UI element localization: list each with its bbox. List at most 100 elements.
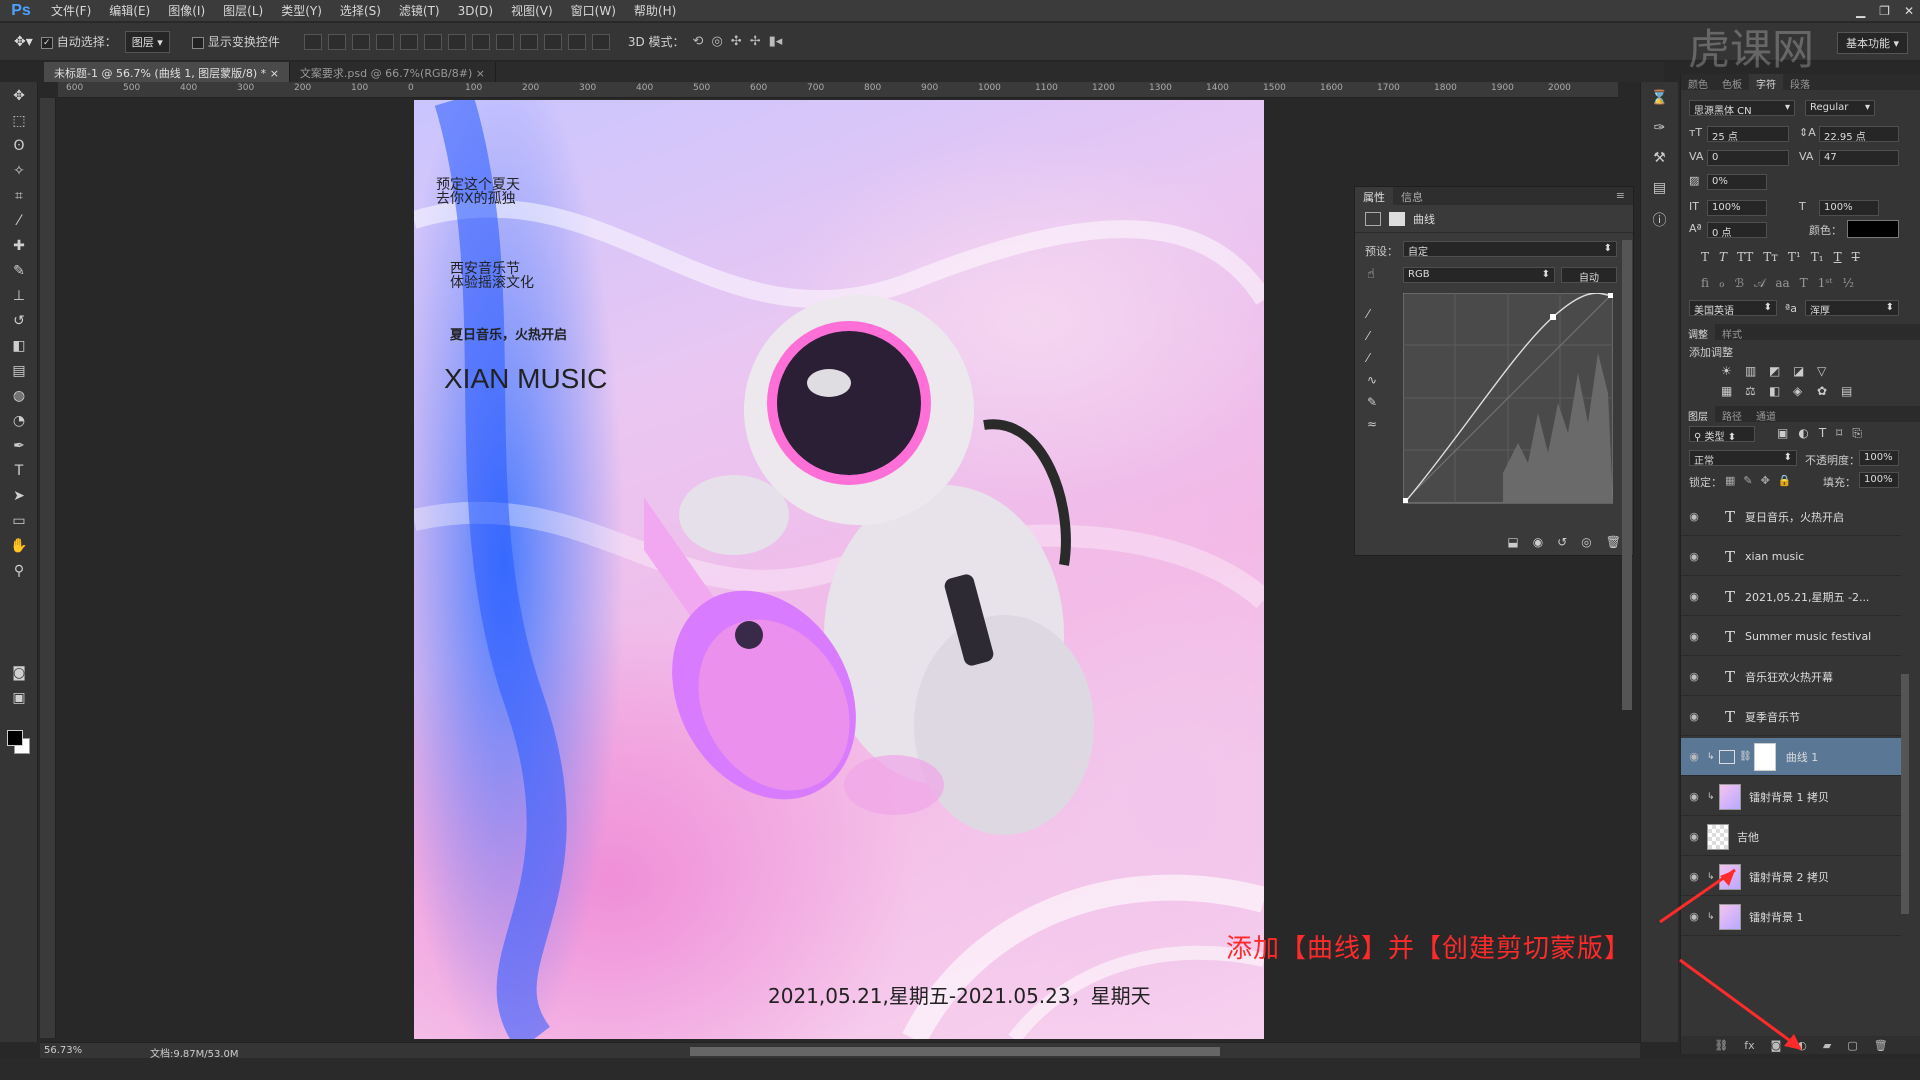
visibility-eye-icon[interactable]: ◉	[1681, 790, 1707, 803]
align-bottom-button[interactable]	[351, 33, 370, 50]
distribute-top-button[interactable]	[447, 33, 466, 50]
visibility-eye-icon[interactable]: ◉	[1681, 750, 1707, 763]
horizontal-scale-field[interactable]: 100%	[1819, 200, 1879, 216]
magic-wand-icon[interactable]: ✧	[7, 160, 31, 182]
crop-tool-icon[interactable]: ⌗	[7, 185, 31, 207]
curves-graph[interactable]	[1403, 293, 1613, 508]
menu-select[interactable]: 选择(S)	[331, 2, 390, 19]
layer-row[interactable]: ◉ T 夏季音乐节	[1681, 698, 1901, 736]
tab-wenan[interactable]: 文案要求.psd @ 66.7%(RGB/8#) ×	[290, 62, 496, 82]
preset-dropdown[interactable]: 自定 ⬍	[1403, 241, 1617, 258]
tab-untitled-1[interactable]: 未标题-1 @ 56.7% (曲线 1, 图层蒙版/8) * ×	[44, 62, 290, 82]
eyedropper-icon[interactable]: ⁄	[7, 210, 31, 232]
lock-pixels-icon[interactable]: ✎	[1743, 474, 1752, 487]
distribute-vcenter-button[interactable]	[471, 33, 490, 50]
view-previous-icon[interactable]: ◉	[1533, 535, 1543, 549]
tsume-field[interactable]: 0%	[1707, 174, 1767, 190]
filter-adjust-icon[interactable]: ◐	[1798, 426, 1808, 441]
distribute-right-button[interactable]	[567, 33, 586, 50]
photo-filter-icon[interactable]: ◈	[1793, 384, 1815, 398]
tab-styles[interactable]: 样式	[1715, 324, 1749, 341]
clip-to-layer-icon[interactable]: ⬓	[1507, 535, 1518, 549]
canvas-horizontal-scrollbar[interactable]	[690, 1047, 1220, 1056]
black-point-eyedropper-icon[interactable]: ⁄	[1367, 307, 1377, 321]
align-hcenter-button[interactable]	[399, 33, 418, 50]
move-tool-icon[interactable]: ✥▾	[14, 34, 33, 50]
align-left-button[interactable]	[375, 33, 394, 50]
all-caps-icon[interactable]: TT	[1737, 250, 1753, 264]
vibrance-icon[interactable]: ▽	[1817, 364, 1839, 378]
tab-adjustments[interactable]: 调整	[1681, 324, 1715, 341]
menu-file[interactable]: 文件(F)	[42, 2, 100, 19]
leading-field[interactable]: 22.95 点	[1819, 126, 1899, 143]
close-tab-icon[interactable]: ×	[476, 67, 485, 80]
distribute-hcenter-button[interactable]	[543, 33, 562, 50]
lock-all-icon[interactable]: 🔒	[1778, 474, 1792, 487]
layer-row[interactable]: ◉ T 夏日音乐，火热开启	[1681, 498, 1901, 536]
lookup-icon[interactable]: ▤	[1841, 384, 1863, 398]
healing-brush-icon[interactable]: ✚	[7, 235, 31, 257]
white-point-eyedropper-icon[interactable]: ⁄	[1367, 351, 1377, 365]
shape-tool-icon[interactable]: ▭	[7, 510, 31, 532]
visibility-eye-icon[interactable]: ◉	[1681, 550, 1707, 563]
properties-icon[interactable]: ▤	[1653, 180, 1666, 196]
link-icon[interactable]: ⛓	[1739, 751, 1752, 762]
brightness-icon[interactable]: ☀	[1721, 364, 1743, 378]
menu-window[interactable]: 窗口(W)	[562, 2, 625, 19]
visibility-eye-icon[interactable]: ◉	[1681, 510, 1707, 523]
curve-point-tool-icon[interactable]: ∿	[1367, 373, 1377, 387]
history-icon[interactable]: ⌛	[1651, 90, 1668, 106]
font-style-dropdown[interactable]: Regular ▾	[1805, 100, 1875, 116]
lock-transparent-icon[interactable]: ▦	[1725, 474, 1735, 487]
align-top-button[interactable]	[303, 33, 322, 50]
menu-layer[interactable]: 图层(L)	[214, 2, 272, 19]
tab-paths[interactable]: 路径	[1715, 406, 1749, 423]
menu-type[interactable]: 类型(Y)	[272, 2, 331, 19]
type-tool-icon[interactable]: T	[7, 460, 31, 482]
bw-icon[interactable]: ◧	[1769, 384, 1791, 398]
menu-help[interactable]: 帮助(H)	[625, 2, 685, 19]
superscript-icon[interactable]: T¹	[1788, 250, 1801, 264]
canvas-vertical-scrollbar[interactable]	[1622, 240, 1632, 710]
titling-icon[interactable]: T	[1800, 276, 1808, 291]
layer-row[interactable]: ◉ ↳ 镭射背景 1 拷贝	[1681, 778, 1901, 816]
strikethrough-icon[interactable]: T	[1852, 250, 1860, 264]
move-tool-icon[interactable]: ✥	[7, 85, 31, 107]
restore-icon[interactable]: ❐	[1879, 4, 1890, 18]
fraction-icon[interactable]: ½	[1842, 276, 1854, 291]
gradient-tool-icon[interactable]: ▤	[7, 360, 31, 382]
font-size-field[interactable]: 25 点	[1707, 126, 1789, 143]
marquee-tool-icon[interactable]: ⬚	[7, 110, 31, 132]
path-select-icon[interactable]: ➤	[7, 485, 31, 507]
tool-preset-icon[interactable]: ⚒	[1653, 150, 1666, 166]
lock-position-icon[interactable]: ✥	[1761, 474, 1770, 487]
panel-menu-icon[interactable]: ≡	[1608, 187, 1633, 205]
workspace-dropdown[interactable]: 基本功能 ▾	[1836, 32, 1908, 54]
visibility-icon[interactable]: ◎	[1581, 535, 1591, 549]
filter-shape-icon[interactable]: ⌑	[1836, 426, 1842, 441]
stylistic-icon[interactable]: aa	[1775, 276, 1789, 291]
tab-channels[interactable]: 通道	[1749, 406, 1783, 423]
eraser-tool-icon[interactable]: ◧	[7, 335, 31, 357]
text-color-swatch[interactable]	[1847, 220, 1899, 238]
mask-icon[interactable]	[1389, 211, 1405, 226]
hand-tool-icon[interactable]: ✋	[7, 535, 31, 557]
menu-filter[interactable]: 滤镜(T)	[390, 2, 449, 19]
new-layer-icon[interactable]: ▢	[1847, 1039, 1857, 1052]
stamp-tool-icon[interactable]: ⊥	[7, 285, 31, 307]
quick-mask-icon[interactable]: ◙	[7, 662, 31, 684]
fill-field[interactable]: 100%	[1859, 472, 1899, 488]
levels-icon[interactable]: ▥	[1745, 364, 1767, 378]
target-adjust-icon[interactable]: ☝	[1367, 267, 1375, 282]
close-icon[interactable]: ✕	[1904, 4, 1914, 18]
visibility-eye-icon[interactable]: ◉	[1681, 830, 1707, 843]
faux-italic-icon[interactable]: T	[1719, 250, 1727, 264]
filter-smart-icon[interactable]: ⎘	[1852, 426, 1862, 441]
small-caps-icon[interactable]: Tт	[1763, 250, 1778, 264]
layer-row[interactable]: ◉ T 2021,05.21,星期五 -2...	[1681, 578, 1901, 616]
slide-3d-icon[interactable]: ✢	[750, 34, 761, 49]
layer-mask-thumbnail[interactable]	[1753, 742, 1776, 771]
menu-view[interactable]: 视图(V)	[502, 2, 562, 19]
ordinal-icon[interactable]: 1ˢᵗ	[1818, 276, 1833, 291]
show-transform-checkbox[interactable]	[191, 36, 204, 49]
